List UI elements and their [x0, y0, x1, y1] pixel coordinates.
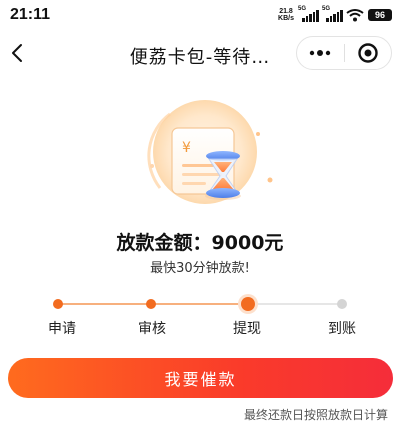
signal-icon: 5G: [298, 6, 319, 22]
waiting-illustration: ¥: [147, 100, 273, 204]
close-button[interactable]: [344, 37, 391, 69]
wifi-icon: [346, 9, 364, 22]
battery-icon: 96: [368, 9, 392, 21]
nav-bar: 便荔卡包-等待…: [0, 32, 400, 76]
network-speed: 21.8 KB/s: [278, 8, 294, 22]
loan-progress: 申请 审核 提现 到账: [0, 292, 400, 342]
progress-track-pending: [248, 303, 342, 305]
step-dot-withdraw: [241, 297, 255, 311]
mini-program-capsule: [296, 36, 392, 70]
step-dot-apply: [53, 299, 63, 309]
step-label-withdraw: 提现: [233, 321, 261, 337]
step-label-review: 审核: [138, 321, 166, 337]
more-dots-icon: [310, 50, 331, 56]
network-speed-unit: KB/s: [278, 15, 294, 22]
status-bar: 21:11 21.8 KB/s 5G 5G 96: [0, 0, 400, 30]
status-time: 21:11: [10, 6, 51, 23]
step-dot-review: [146, 299, 156, 309]
more-button[interactable]: [297, 37, 344, 69]
loan-eta: 最快30分钟放款!: [150, 261, 250, 276]
target-close-icon: [358, 43, 378, 63]
loan-amount: 放款金额：9000元: [116, 232, 284, 254]
signal-icon: 5G: [322, 6, 343, 22]
network-speed-value: 21.8: [279, 8, 293, 15]
status-icons: 21.8 KB/s 5G 5G 96: [278, 6, 392, 24]
step-dot-arrive: [337, 299, 347, 309]
step-label-arrive: 到账: [328, 321, 356, 337]
step-label-apply: 申请: [48, 321, 76, 337]
urge-payment-button[interactable]: 我要催款: [8, 358, 393, 398]
repayment-note: 最终还款日按照放款日计算: [243, 408, 388, 422]
currency-symbol: ¥: [182, 140, 191, 156]
